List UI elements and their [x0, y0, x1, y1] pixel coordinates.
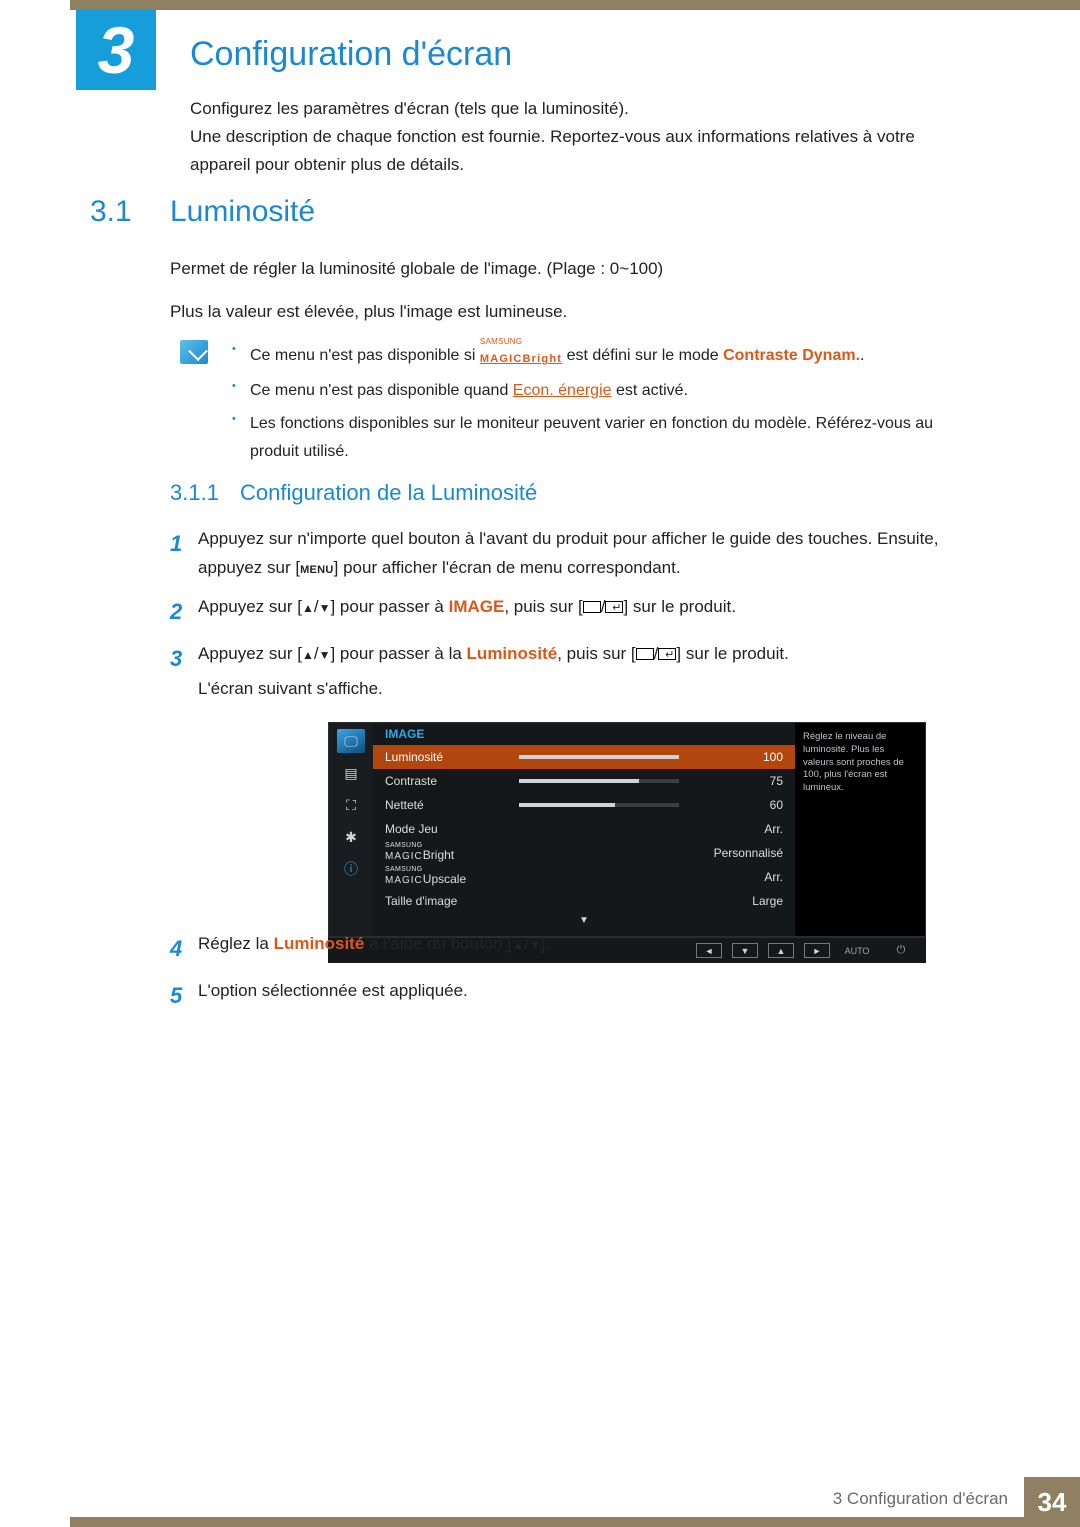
menu-button-label: MENU	[300, 564, 334, 576]
note-list: Ce menu n'est pas disponible si SAMSUNGM…	[232, 340, 952, 471]
intro-line-1: Configurez les paramètres d'écran (tels …	[190, 95, 960, 123]
osd-row-value: 100	[693, 750, 783, 764]
osd-row-label: Netteté	[385, 798, 505, 812]
osd-tab-settings-icon: ✱	[337, 825, 365, 849]
step-1: 1 Appuyez sur n'importe quel bouton à l'…	[170, 525, 970, 583]
osd-scroll-down-icon: ▼	[373, 915, 795, 926]
osd-sidebar: 🖵 ▤ ⛶ ✱ ⓘ	[329, 723, 373, 936]
intro-line-2: Une description de chaque fonction est f…	[190, 123, 960, 179]
osd-tab-color-icon: ▤	[337, 761, 365, 785]
note-item-1: Ce menu n'est pas disponible si SAMSUNGM…	[232, 340, 952, 371]
osd-slider-fill	[519, 803, 615, 807]
osd-row: SAMSUNGMAGICBright Personnalisé	[373, 841, 795, 865]
footer-chapter-label: 3 Configuration d'écran	[833, 1489, 1008, 1509]
subsection-number: 3.1.1	[170, 480, 219, 506]
osd-row-label: Contraste	[385, 774, 505, 788]
osd-row-label: SAMSUNGMAGICUpscale	[385, 868, 505, 886]
up-arrow-icon	[302, 597, 314, 616]
step-2: 2 Appuyez sur [/] pour passer à IMAGE, p…	[170, 593, 970, 630]
osd-row: Netteté 60	[373, 793, 795, 817]
osd-slider-track	[519, 803, 679, 807]
osd-slider-fill	[519, 755, 679, 759]
source-icon	[583, 601, 601, 613]
up-arrow-icon	[512, 934, 524, 953]
enter-icon	[605, 601, 623, 613]
chapter-number-badge: 3	[76, 10, 156, 90]
osd-slider-track	[519, 779, 679, 783]
osd-row-value: Arr.	[693, 870, 783, 884]
chapter-number: 3	[98, 12, 135, 88]
osd-main: IMAGE Luminosité 100 Contraste 75 Netteté 60 M…	[373, 723, 795, 936]
osd-row-label: Taille d'image	[385, 894, 505, 908]
down-arrow-icon	[319, 644, 331, 663]
osd-tab-size-icon: ⛶	[337, 793, 365, 817]
osd-row-label: SAMSUNGMAGICBright	[385, 844, 505, 862]
osd-row-value: Personnalisé	[693, 846, 783, 860]
osd-row-label: Mode Jeu	[385, 822, 505, 836]
note-item-3: Les fonctions disponibles sur le moniteu…	[232, 410, 952, 464]
chapter-intro: Configurez les paramètres d'écran (tels …	[190, 95, 960, 179]
section-number: 3.1	[90, 195, 132, 229]
header-rule	[70, 0, 1080, 10]
body-p1: Permet de régler la luminosité globale d…	[170, 255, 960, 284]
samsung-magic-bright-label: SAMSUNGMAGICBright	[480, 340, 562, 371]
source-icon	[636, 648, 654, 660]
osd-row-value: 60	[693, 798, 783, 812]
step-list-continued: 4 Réglez la Luminosité à l'aide du bouto…	[170, 930, 970, 1025]
osd-row: Mode Jeu Arr.	[373, 817, 795, 841]
osd-panel: 🖵 ▤ ⛶ ✱ ⓘ IMAGE Luminosité 100 Contraste 75…	[328, 722, 926, 937]
osd-row: Contraste 75	[373, 769, 795, 793]
note-item-2: Ce menu n'est pas disponible quand Econ.…	[232, 377, 952, 404]
osd-tab-image-icon: 🖵	[337, 729, 365, 753]
osd-row: SAMSUNGMAGICUpscale Arr.	[373, 865, 795, 889]
step-list: 1 Appuyez sur n'importe quel bouton à l'…	[170, 525, 970, 714]
osd-tab-info-icon: ⓘ	[337, 857, 365, 881]
note-icon	[180, 340, 208, 364]
osd-row: Taille d'image Large	[373, 889, 795, 913]
section-title: Luminosité	[170, 195, 315, 229]
chapter-title: Configuration d'écran	[190, 35, 512, 74]
osd-row: Luminosité 100	[373, 745, 795, 769]
subsection-title: Configuration de la Luminosité	[240, 480, 537, 506]
osd-row-value: Large	[693, 894, 783, 908]
section-body: Permet de régler la luminosité globale d…	[170, 255, 960, 341]
step-4: 4 Réglez la Luminosité à l'aide du bouto…	[170, 930, 970, 967]
osd-row-value: Arr.	[693, 822, 783, 836]
up-arrow-icon	[302, 644, 314, 663]
down-arrow-icon	[319, 597, 331, 616]
osd-slider-fill	[519, 779, 639, 783]
step-5: 5 L'option sélectionnée est appliquée.	[170, 977, 970, 1014]
enter-icon	[658, 648, 676, 660]
body-p2: Plus la valeur est élevée, plus l'image …	[170, 298, 960, 327]
osd-screenshot: 🖵 ▤ ⛶ ✱ ⓘ IMAGE Luminosité 100 Contraste 75…	[328, 722, 926, 963]
osd-heading: IMAGE	[373, 727, 795, 745]
osd-row-label: Luminosité	[385, 750, 505, 764]
down-arrow-icon	[529, 934, 541, 953]
osd-help-text: Réglez le niveau de luminosité. Plus les…	[795, 723, 925, 936]
osd-row-value: 75	[693, 774, 783, 788]
osd-slider-track	[519, 755, 679, 759]
step-3: 3 Appuyez sur [/] pour passer à la Lumin…	[170, 640, 970, 704]
footer-rule	[70, 1517, 1080, 1527]
